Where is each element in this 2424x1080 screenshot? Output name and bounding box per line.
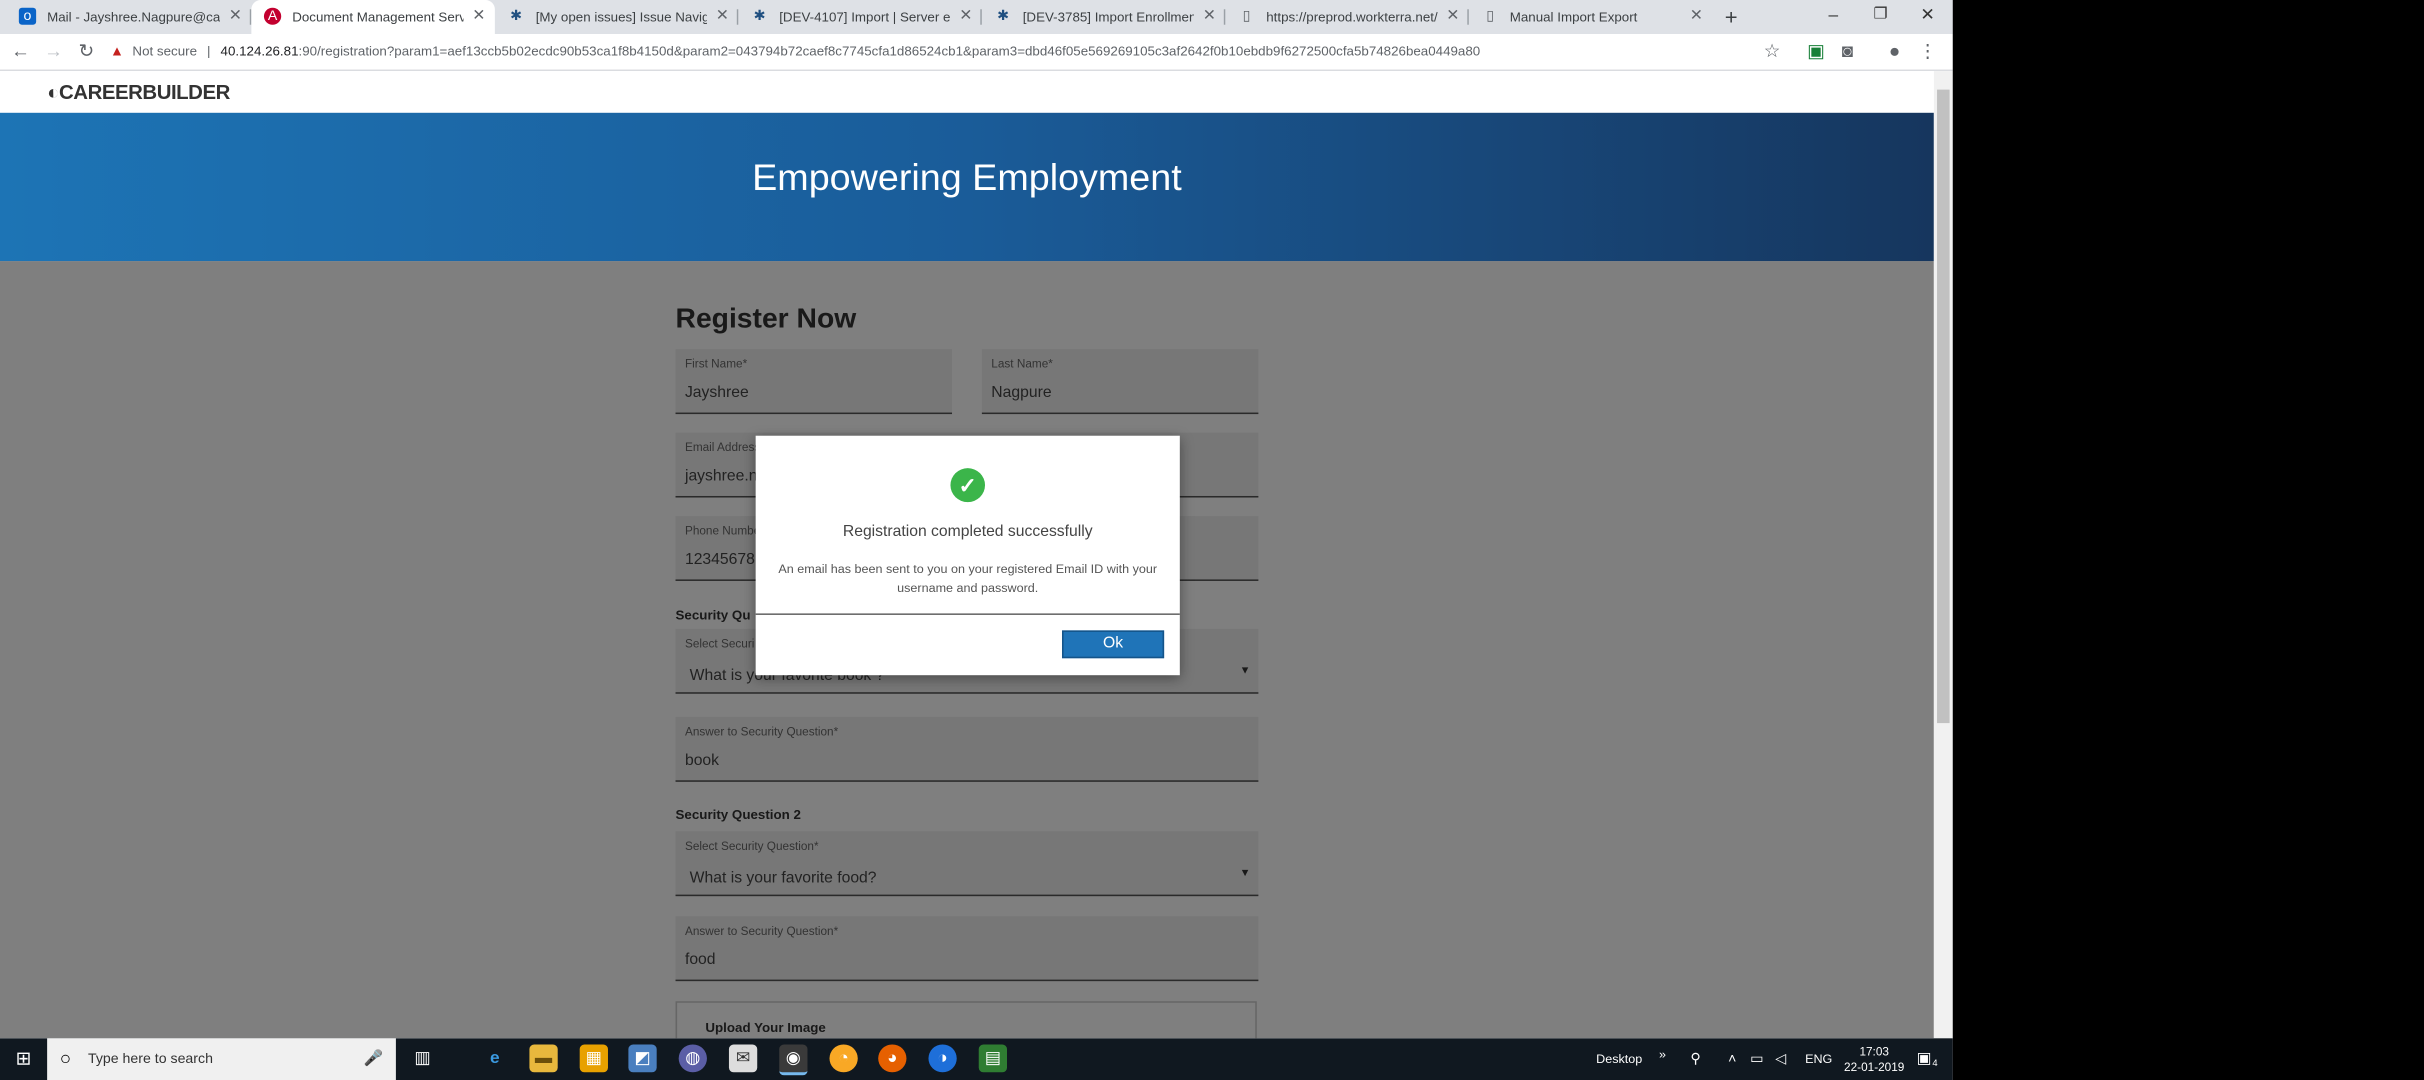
tab-title: Document Management Service — [292, 9, 463, 25]
app-icon[interactable]: ◩ — [628, 1044, 657, 1073]
forward-icon[interactable]: → — [38, 34, 69, 70]
clock-date[interactable]: 22-01-2019 — [1843, 1060, 1906, 1074]
tab-open-issues[interactable]: ✱ [My open issues] Issue Navigator ✕ — [495, 0, 739, 34]
tab-title: https://preprod.workterra.net/M — [1266, 9, 1438, 25]
page-icon: ▯ — [1242, 7, 1251, 24]
app-icon-4[interactable]: ▤ — [978, 1044, 1008, 1073]
dialog-divider — [755, 613, 1180, 615]
hero-banner: Empowering Employment — [0, 112, 1934, 262]
careerbuilder-logo[interactable]: ◐CAREERBUILDER — [47, 80, 230, 103]
menu-icon[interactable]: ⋮ — [1912, 34, 1943, 70]
new-tab-button[interactable]: + — [1719, 0, 1744, 34]
taskbar-search-box[interactable]: ○ Type here to search 🎤 — [47, 1038, 396, 1080]
restore-button[interactable]: ❐ — [1869, 0, 1891, 34]
firefox-icon[interactable]: ◕ — [878, 1044, 907, 1073]
task-view-icon[interactable]: ▥ — [408, 1044, 436, 1072]
app-icon-3[interactable]: ◔ — [829, 1044, 858, 1073]
ok-button[interactable]: Ok — [1061, 630, 1165, 659]
browser-toolbar: ← → ↻ ▲ Not secure | 40.124.26.81:90/reg… — [0, 33, 1953, 72]
close-window-button[interactable]: ✕ — [1917, 0, 1939, 34]
chevron-right-icon[interactable]: » — [1659, 1038, 1666, 1072]
url-host: 40.124.26.81 — [220, 43, 299, 59]
screen: o Mail - Jayshree.Nagpure@careerbu ✕ A D… — [0, 0, 2424, 1080]
language-indicator[interactable]: ENG — [1805, 1038, 1832, 1080]
tab-title: Manual Import Export — [1509, 9, 1638, 25]
dialog-title: Registration completed successfully — [842, 523, 1093, 541]
tab-manual-import[interactable]: ▯ Manual Import Export ✕ — [1469, 0, 1713, 34]
chat-icon[interactable]: ◑ — [928, 1044, 957, 1073]
tab-document-management[interactable]: A Document Management Service ✕ — [251, 0, 495, 34]
chevron-up-icon[interactable]: ˄ — [1728, 1038, 1736, 1080]
logo-text: CAREERBUILDER — [59, 80, 230, 104]
tab-title: Mail - Jayshree.Nagpure@careerbu — [47, 9, 220, 25]
logo-mark-icon: ◐ — [47, 80, 60, 104]
address-bar[interactable]: ▲ Not secure | 40.124.26.81:90/registrat… — [110, 37, 1799, 65]
people-icon[interactable]: ⚲ — [1690, 1038, 1700, 1080]
windows-start-icon[interactable]: ⊞ — [0, 1038, 47, 1080]
checkmark-icon: ✓ — [950, 468, 986, 503]
volume-icon[interactable]: ◁ — [1775, 1038, 1786, 1080]
clock-time[interactable]: 17:03 — [1843, 1044, 1906, 1058]
tab-dev-4107[interactable]: ✱ [DEV-4107] Import | Server error ✕ — [738, 0, 982, 34]
camera-extension-icon[interactable]: ◙ — [1832, 34, 1863, 70]
url-path: :90/registration?param1=aef13ccb5b02ecdc… — [298, 43, 1481, 59]
tab-strip: o Mail - Jayshree.Nagpure@careerbu ✕ A D… — [0, 0, 1953, 34]
close-tab-icon[interactable]: ✕ — [1690, 0, 1703, 34]
jira-icon: ✱ — [510, 7, 522, 24]
outlook-icon: o — [18, 7, 37, 25]
hero-title: Empowering Employment — [752, 157, 1182, 200]
security-label: Not secure — [132, 43, 198, 59]
black-margin — [1952, 0, 2424, 1080]
cortana-icon: ○ — [59, 1047, 72, 1070]
jira-icon: ✱ — [753, 7, 766, 24]
microphone-icon[interactable]: 🎤 — [364, 1038, 384, 1080]
edge-icon[interactable]: e — [481, 1044, 509, 1072]
tab-title: [My open issues] Issue Navigator — [535, 9, 707, 25]
page-scrollbar[interactable] — [1933, 71, 1953, 1039]
back-icon[interactable]: ← — [5, 34, 36, 70]
bookmark-star-icon[interactable]: ☆ — [1756, 34, 1787, 70]
tab-preprod[interactable]: ▯ https://preprod.workterra.net/M ✕ — [1225, 0, 1469, 34]
close-tab-icon[interactable]: ✕ — [1446, 0, 1459, 34]
tab-dev-3785[interactable]: ✱ [DEV-3785] Import Enrollment - ✕ — [982, 0, 1226, 34]
network-icon[interactable]: ▭ — [1750, 1038, 1763, 1080]
close-tab-icon[interactable]: ✕ — [229, 0, 242, 34]
search-placeholder: Type here to search — [87, 1050, 213, 1067]
tab-mail[interactable]: o Mail - Jayshree.Nagpure@careerbu ✕ — [6, 0, 252, 34]
desktop-toolbar-label[interactable]: Desktop — [1596, 1038, 1642, 1080]
chrome-icon[interactable]: ◉ — [779, 1044, 808, 1076]
windows-taskbar: ⊞ ○ Type here to search 🎤 ▥ e ▬ ▦ ◩ ◍ ✉ … — [0, 1038, 1953, 1080]
close-tab-icon[interactable]: ✕ — [716, 0, 729, 34]
tab-title: [DEV-3785] Import Enrollment - — [1022, 9, 1194, 25]
page-icon: ▯ — [1486, 7, 1494, 24]
notification-count: 4 — [1932, 1059, 1938, 1070]
app-icon-2[interactable]: ◍ — [678, 1044, 707, 1073]
store-icon[interactable]: ▦ — [579, 1044, 608, 1073]
scrollbar-thumb[interactable] — [1937, 89, 1950, 724]
reload-icon[interactable]: ↻ — [71, 34, 102, 70]
close-tab-icon[interactable]: ✕ — [959, 0, 972, 34]
mail-icon[interactable]: ✉ — [728, 1044, 758, 1073]
close-tab-icon[interactable]: ✕ — [1203, 0, 1216, 34]
minimize-button[interactable]: – — [1822, 0, 1844, 34]
success-dialog: ✓ Registration completed successfully An… — [755, 435, 1180, 676]
tab-title: [DEV-4107] Import | Server error — [779, 9, 951, 25]
angular-icon: A — [263, 7, 282, 25]
close-tab-icon[interactable]: ✕ — [472, 0, 485, 34]
separator: | — [207, 43, 211, 59]
file-explorer-icon[interactable]: ▬ — [529, 1044, 558, 1073]
notification-icon[interactable]: ▣ — [1917, 1038, 1932, 1080]
profile-icon[interactable]: ● — [1879, 34, 1910, 70]
dialog-message: An email has been sent to you on your re… — [778, 562, 1158, 595]
system-tray: Desktop » ⚲ ˄ ▭ ◁ ENG 17:03 22-01-2019 ▣… — [1584, 1038, 1953, 1080]
warning-icon: ▲ — [109, 43, 124, 59]
jira-icon: ✱ — [997, 7, 1009, 24]
sheets-extension-icon[interactable]: ▣ — [1800, 34, 1831, 70]
